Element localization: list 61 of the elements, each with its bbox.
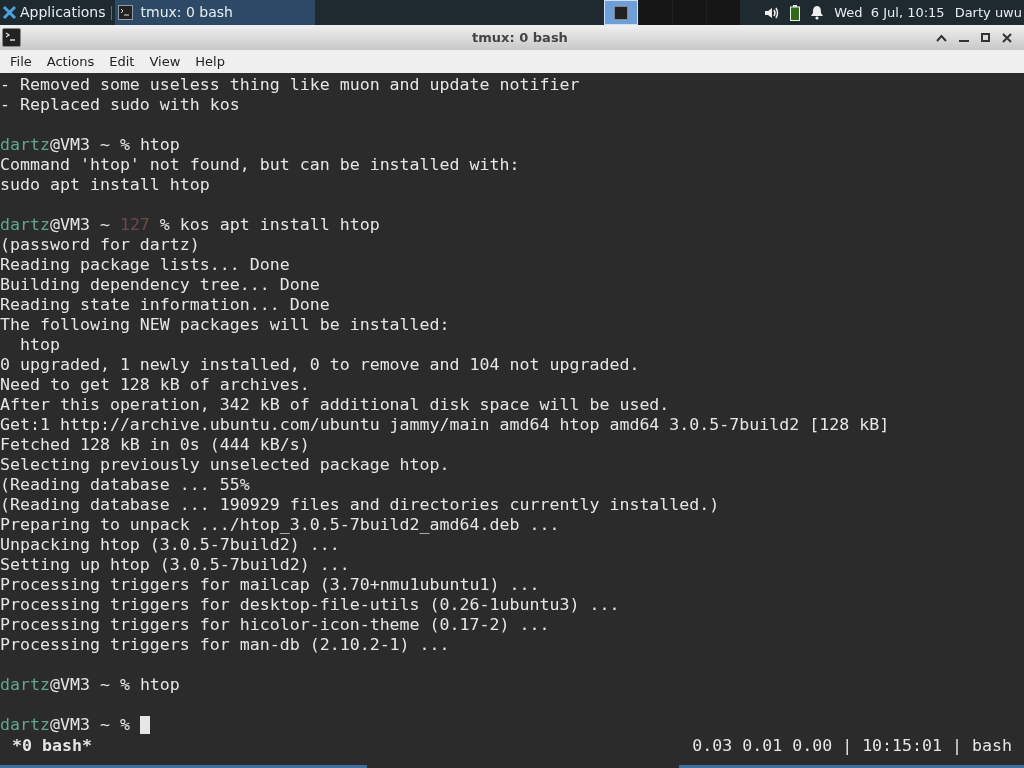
x-logo-icon bbox=[2, 5, 17, 20]
battery-icon[interactable] bbox=[790, 4, 801, 21]
prompt-host: @VM3 ~ bbox=[49, 675, 111, 695]
output-line: Fetched 128 kB in 0s (444 kB/s) bbox=[0, 435, 311, 455]
output-line: Get:1 http://archive.ubuntu.com/ubuntu jammy/main amd64 htop amd64 3.0.5-7build2 [128 kB] bbox=[0, 415, 891, 435]
output-line: Processing triggers for man-db (2.10.2-1) ... bbox=[0, 635, 451, 655]
menu-item[interactable]: View bbox=[143, 51, 187, 72]
output-line: Unpacking htop (3.0.5-7build2) ... bbox=[0, 535, 341, 555]
close-icon[interactable] bbox=[1002, 32, 1012, 43]
output-line: (Reading database ... 190929 files and directories currently installed.) bbox=[0, 495, 721, 515]
output-line: Processing triggers for mailcap (3.70+nmu1ubuntu1) ... bbox=[0, 575, 541, 595]
tmux-status-info: 0.03 0.01 0.00 | 10:15:01 | bash bbox=[692, 736, 1012, 756]
output-line: (password for dartz) bbox=[0, 235, 201, 255]
menu-item[interactable]: File bbox=[4, 51, 38, 72]
tmux-window-list: *0 bash* bbox=[12, 736, 92, 756]
command-text: htop bbox=[139, 135, 180, 155]
output-line: Building dependency tree... Done bbox=[0, 275, 321, 295]
output-line: Setting up htop (3.0.5-7build2) ... bbox=[0, 555, 351, 575]
output-line: Selecting previously unselected package htop. bbox=[0, 455, 451, 475]
bell-icon[interactable] bbox=[810, 5, 825, 20]
output-line: - Replaced sudo with kos bbox=[0, 95, 241, 115]
output-line: Preparing to unpack .../htop_3.0.5-7build2_amd64.deb ... bbox=[0, 515, 561, 535]
output-line: sudo apt install htop bbox=[0, 175, 211, 195]
output-line: Reading state information... Done bbox=[0, 295, 331, 315]
output-line: Need to get 128 kB of archives. bbox=[0, 375, 311, 395]
command-text: kos apt install htop bbox=[179, 215, 380, 235]
prompt-host: @VM3 ~ bbox=[49, 715, 111, 735]
taskbar-button[interactable]: tmux: 0 bash bbox=[114, 0, 315, 25]
prompt-symbol: % bbox=[119, 715, 131, 735]
window-title: tmux: 0 bash bbox=[471, 28, 569, 47]
prompt-host: @VM3 ~ bbox=[49, 135, 111, 155]
workspace-button[interactable] bbox=[637, 0, 672, 25]
output-line: htop bbox=[18, 335, 61, 355]
prompt-symbol: % bbox=[119, 135, 131, 155]
prompt-user: dartz bbox=[0, 675, 50, 695]
prompt-user: dartz bbox=[0, 215, 50, 235]
output-line: - Removed some useless thing like muon and update notifier bbox=[0, 75, 581, 95]
volume-icon[interactable] bbox=[764, 5, 781, 20]
menu-item[interactable]: Actions bbox=[40, 51, 101, 72]
shade-icon[interactable] bbox=[936, 33, 947, 42]
prompt-user: dartz bbox=[0, 715, 50, 735]
prompt-user: dartz bbox=[0, 135, 50, 155]
command-text: htop bbox=[139, 675, 180, 695]
prompt-symbol: % bbox=[159, 215, 171, 235]
menu-item[interactable]: Edit bbox=[103, 51, 141, 72]
prompt-host: @VM3 ~ bbox=[49, 215, 111, 235]
prompt-symbol: % bbox=[119, 675, 131, 695]
output-line: Reading package lists... Done bbox=[0, 255, 291, 275]
menu-item[interactable]: Help bbox=[189, 51, 231, 72]
output-line: 0 upgraded, 1 newly installed, 0 to remove and 104 not upgraded. bbox=[0, 355, 641, 375]
applications-menu[interactable]: Applications bbox=[0, 0, 108, 25]
output-line: Processing triggers for desktop-file-utils (0.26-1ubuntu3) ... bbox=[0, 595, 621, 615]
output-line: After this operation, 342 kB of additional disk space will be used. bbox=[0, 395, 671, 415]
exit-code: 127 bbox=[119, 215, 151, 235]
output-line: The following NEW packages will be installed: bbox=[0, 315, 451, 335]
user-name[interactable]: Darty uwu bbox=[954, 2, 1022, 23]
maximize-icon[interactable] bbox=[981, 33, 990, 42]
output-line: Command 'htop' not found, but can be installed with: bbox=[0, 155, 521, 175]
output-line: Processing triggers for hicolor-icon-theme (0.17-2) ... bbox=[0, 615, 551, 635]
output-line: (Reading database ... 55% bbox=[0, 475, 251, 495]
clock[interactable]: Wed 6 Jul, 10:15 bbox=[834, 2, 945, 23]
